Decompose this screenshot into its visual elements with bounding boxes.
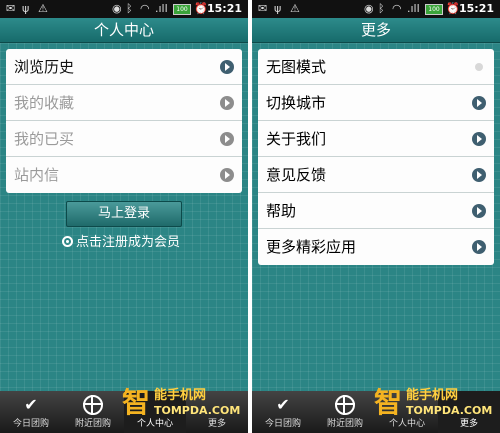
watermark-url: TOMPDA.COM bbox=[406, 404, 493, 417]
notification-icon: ✉ bbox=[258, 2, 268, 15]
arrow-right-icon bbox=[220, 60, 234, 74]
status-time: 15:21 bbox=[206, 2, 242, 15]
menu-item-help[interactable]: 帮助 bbox=[258, 193, 494, 229]
menu-item-about-us[interactable]: 关于我们 bbox=[258, 121, 494, 157]
checkmark-icon: ✔ bbox=[276, 395, 290, 414]
usb-icon: ψ bbox=[22, 2, 30, 15]
warning-icon: ⚠ bbox=[290, 2, 300, 15]
toggle-dot-icon[interactable] bbox=[475, 63, 483, 71]
checkmark-icon: ✔ bbox=[24, 395, 38, 414]
wifi-icon: ◠ bbox=[392, 2, 402, 15]
warning-icon: ⚠ bbox=[38, 2, 48, 15]
watermark-glyph: 智 bbox=[374, 386, 403, 419]
arrow-right-icon bbox=[472, 204, 486, 218]
page-title: 个人中心 bbox=[0, 18, 248, 43]
status-bar: ✉ ψ ⚠ ◉ ᛒ ◠ .ıll 100 ⏰ 15:21 bbox=[0, 0, 248, 18]
menu-item-label: 意见反馈 bbox=[266, 166, 327, 184]
signal-icon: .ıll bbox=[155, 2, 168, 15]
menu-item-label: 关于我们 bbox=[266, 130, 327, 148]
register-label: 点击注册成为会员 bbox=[76, 235, 181, 250]
menu-item-label: 站内信 bbox=[14, 166, 60, 184]
menu-item-messages[interactable]: 站内信 bbox=[6, 157, 242, 193]
menu-item-no-image-mode[interactable]: 无图模式 bbox=[258, 49, 494, 85]
alarm-icon: ⏰ bbox=[446, 2, 460, 15]
menu-item-label: 无图模式 bbox=[266, 58, 327, 76]
watermark-logo: 智 能手机网 TOMPDA.COM bbox=[374, 386, 492, 422]
menu-panel: 浏览历史 我的收藏 我的已买 站内信 bbox=[6, 49, 242, 193]
menu-item-feedback[interactable]: 意见反馈 bbox=[258, 157, 494, 193]
battery-icon: 100 bbox=[425, 4, 443, 15]
arrow-right-icon bbox=[472, 96, 486, 110]
status-time: 15:21 bbox=[458, 2, 494, 15]
arrow-right-icon bbox=[472, 132, 486, 146]
battery-icon: 100 bbox=[173, 4, 191, 15]
watermark-url: TOMPDA.COM bbox=[154, 404, 241, 417]
screen-more: ✉ ψ ⚠ ◉ ᛒ ◠ .ıll 100 ⏰ 15:21 更多 无图模式 切换城… bbox=[252, 0, 500, 433]
tab-nearby-deals[interactable]: 附近团购 bbox=[314, 391, 376, 433]
tab-label: 附近团购 bbox=[74, 419, 111, 429]
status-bar: ✉ ψ ⚠ ◉ ᛒ ◠ .ıll 100 ⏰ 15:21 bbox=[252, 0, 500, 18]
menu-item-purchased[interactable]: 我的已买 bbox=[6, 121, 242, 157]
menu-item-label: 我的已买 bbox=[14, 130, 75, 148]
watermark-logo: 智 能手机网 TOMPDA.COM bbox=[122, 386, 240, 422]
register-link[interactable]: 点击注册成为会员 bbox=[62, 234, 180, 252]
menu-item-history[interactable]: 浏览历史 bbox=[6, 49, 242, 85]
tab-label: 今日团购 bbox=[12, 419, 49, 429]
content-area: 无图模式 切换城市 关于我们 意见反馈 帮助 更多精彩应用 bbox=[252, 43, 500, 391]
page-title: 更多 bbox=[252, 18, 500, 43]
bluetooth-icon: ᛒ bbox=[126, 2, 133, 15]
menu-item-switch-city[interactable]: 切换城市 bbox=[258, 85, 494, 121]
alarm-icon: ⏰ bbox=[194, 2, 208, 15]
content-area: 浏览历史 我的收藏 我的已买 站内信 马上登录 点击注册成为会员 bbox=[0, 43, 248, 391]
notification-icon: ✉ bbox=[6, 2, 16, 15]
radio-icon bbox=[62, 236, 73, 247]
gps-icon: ◉ bbox=[364, 2, 374, 15]
gps-icon: ◉ bbox=[112, 2, 122, 15]
menu-item-label: 我的收藏 bbox=[14, 94, 75, 112]
menu-item-favorites[interactable]: 我的收藏 bbox=[6, 85, 242, 121]
screen-personal-center: ✉ ψ ⚠ ◉ ᛒ ◠ .ıll 100 ⏰ 15:21 个人中心 浏览历史 我… bbox=[0, 0, 248, 433]
arrow-right-icon bbox=[472, 168, 486, 182]
bluetooth-icon: ᛒ bbox=[378, 2, 385, 15]
menu-item-label: 帮助 bbox=[266, 202, 297, 220]
menu-item-label: 更多精彩应用 bbox=[266, 238, 357, 256]
target-icon bbox=[83, 395, 103, 415]
wifi-icon: ◠ bbox=[140, 2, 150, 15]
tab-today-deals[interactable]: ✔ 今日团购 bbox=[0, 391, 62, 433]
login-button[interactable]: 马上登录 bbox=[66, 201, 182, 227]
menu-item-more-apps[interactable]: 更多精彩应用 bbox=[258, 229, 494, 265]
target-icon bbox=[335, 395, 355, 415]
arrow-right-icon bbox=[472, 240, 486, 254]
arrow-right-icon bbox=[220, 132, 234, 146]
watermark-brand: 能手机网 bbox=[154, 388, 207, 403]
arrow-right-icon bbox=[220, 168, 234, 182]
menu-item-label: 浏览历史 bbox=[14, 58, 75, 76]
tab-label: 今日团购 bbox=[264, 419, 301, 429]
watermark-glyph: 智 bbox=[122, 386, 151, 419]
tab-today-deals[interactable]: ✔ 今日团购 bbox=[252, 391, 314, 433]
watermark-brand: 能手机网 bbox=[406, 388, 459, 403]
arrow-right-icon bbox=[220, 96, 234, 110]
usb-icon: ψ bbox=[274, 2, 282, 15]
menu-item-label: 切换城市 bbox=[266, 94, 327, 112]
tab-label: 附近团购 bbox=[326, 419, 363, 429]
tab-nearby-deals[interactable]: 附近团购 bbox=[62, 391, 124, 433]
menu-panel: 无图模式 切换城市 关于我们 意见反馈 帮助 更多精彩应用 bbox=[258, 49, 494, 265]
signal-icon: .ıll bbox=[407, 2, 420, 15]
